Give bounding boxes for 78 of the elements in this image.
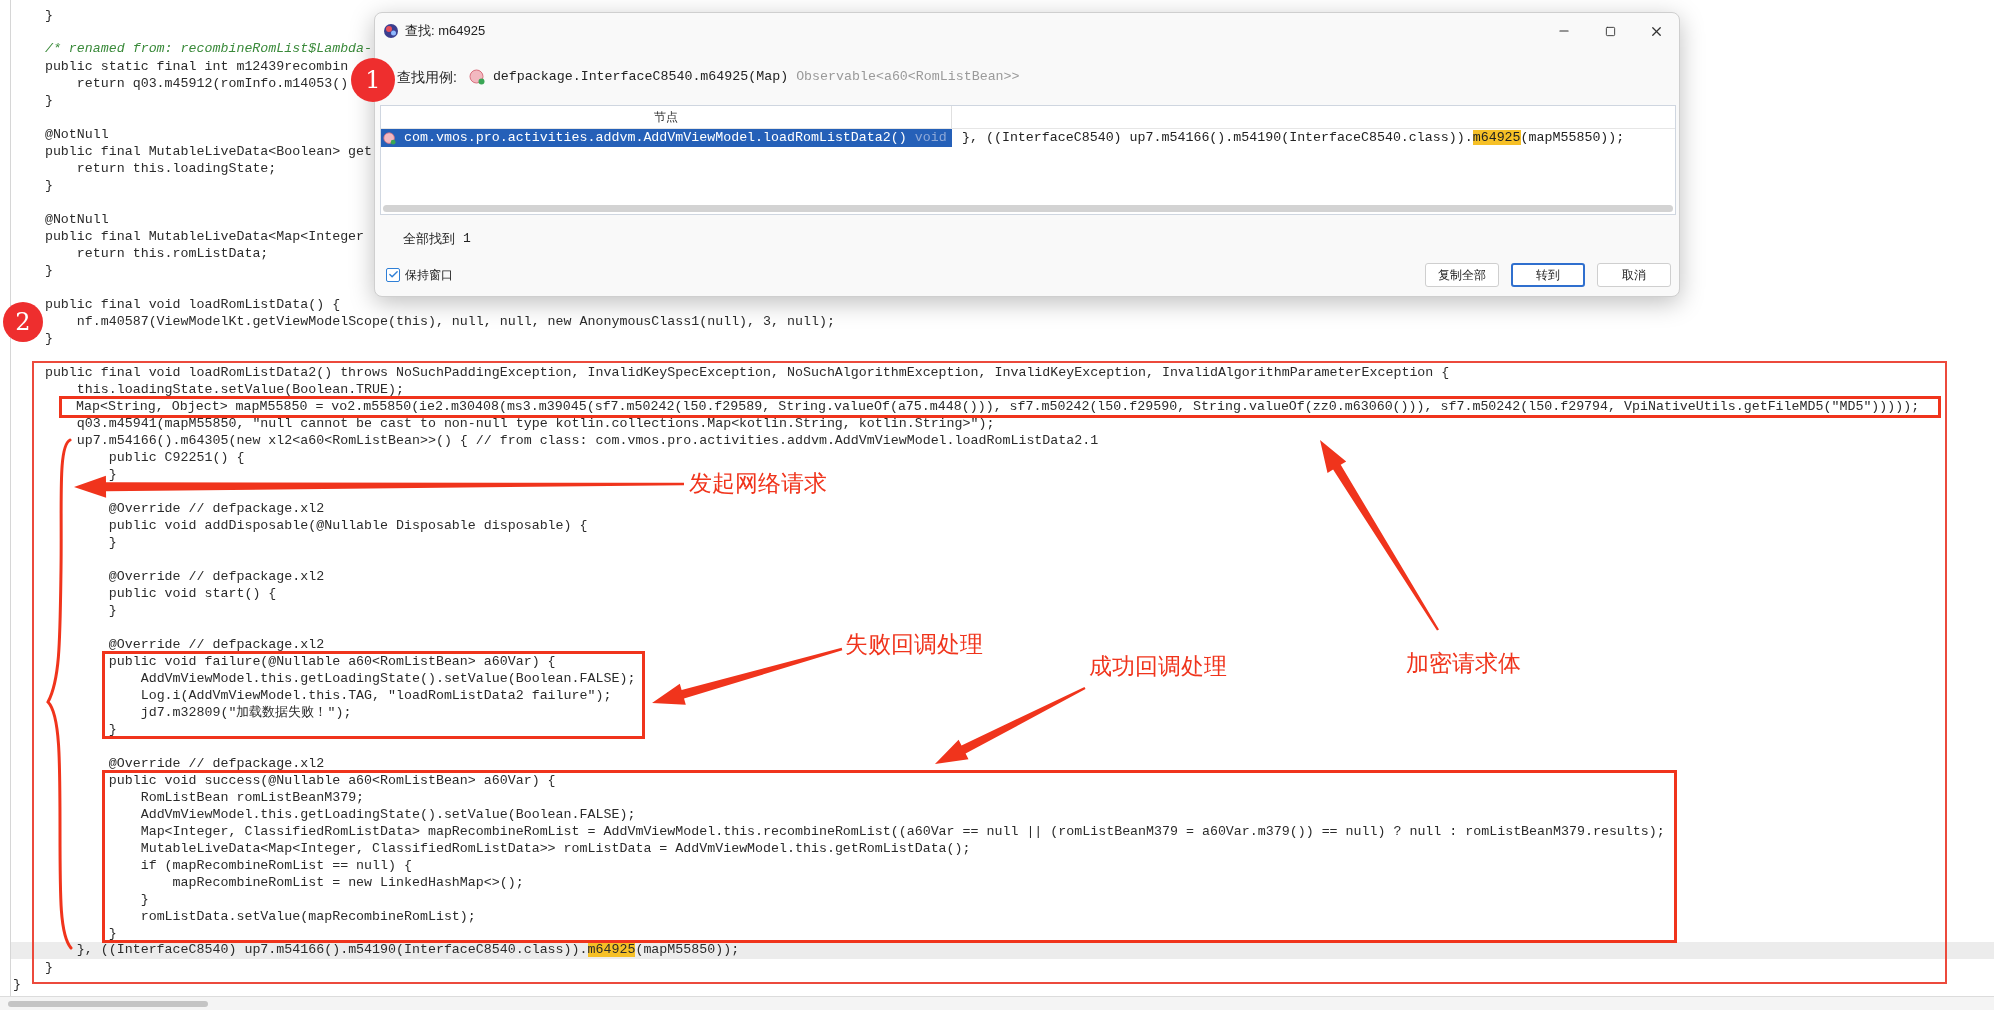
code-line: public final MutableLiveData<Map<Integer [44, 229, 365, 243]
dialog-button[interactable]: 复制全部 [1425, 262, 1499, 287]
annotation-label: 成功回调处理 [1089, 652, 1227, 680]
code-line: @Override // defpackage.xl2 [108, 501, 325, 515]
code-line: @NotNull [44, 212, 109, 226]
step-badge: 1 [351, 58, 395, 102]
dialog-button[interactable]: 转到 [1511, 262, 1585, 287]
code-line: public final void loadRomListData() { [44, 297, 341, 311]
found-count: 1 [463, 230, 471, 248]
method-icon [468, 69, 485, 85]
dialog-button[interactable]: 取消 [1597, 262, 1671, 287]
code-line: } [108, 722, 117, 736]
code-line: AddVmViewModel.this.getLoadingState().setValue(Boolean.FALSE); [140, 807, 636, 821]
horizontal-scrollbar[interactable] [383, 205, 1673, 212]
code-line: } [108, 926, 117, 940]
code-line: } [44, 263, 53, 277]
code-line: if (mapRecombineRomList == null) { [140, 858, 412, 872]
code-line: MutableLiveData<Map<Integer, ClassifiedRomListData>> romListData = AddVmViewModel.this.getRomListData(); [140, 841, 971, 855]
table-cell-text: }, ((InterfaceC8540) up7.m54166().m54190(InterfaceC8540.class)).m64925(mapM55850)); [962, 129, 1625, 148]
maximize-icon [1604, 25, 1616, 37]
code-line: } [44, 960, 53, 974]
code-line: } [44, 178, 53, 192]
horizontal-scrollbar[interactable] [0, 996, 1994, 1010]
code-comment: /* renamed from: recombineRomList$Lambda- [44, 42, 373, 56]
code-line: @NotNull [44, 127, 109, 141]
code-line: this.loadingState.setValue(Boolean.TRUE); [76, 382, 404, 396]
dialog-title: 查找: m64925 [405, 22, 486, 41]
table-cell[interactable]: com.vmos.pro.activities.addvm.AddVmViewModel.loadRomListData2() void [381, 129, 952, 147]
code-line: AddVmViewModel.this.getLoadingState().setValue(Boolean.FALSE); [140, 671, 636, 685]
check-icon [387, 269, 399, 280]
code-line: public final MutableLiveData<Boolean> get [44, 144, 373, 158]
checkbox[interactable] [386, 267, 400, 282]
checkbox-label: 保持窗口 [405, 266, 453, 284]
code-line: } [108, 535, 117, 549]
code-line: nf.m40587(ViewModelKt.getViewModelScope(this), null, null, new AnonymousClass1(null), 3, null); [76, 314, 835, 328]
step-badge: 2 [3, 302, 43, 342]
return-type: void [914, 129, 947, 148]
code-line: } [140, 892, 149, 906]
method-icon [383, 131, 396, 145]
code-line: @Override // defpackage.xl2 [108, 756, 325, 770]
code-line: RomListBean romListBeanM379; [140, 790, 365, 804]
code-line: }, ((InterfaceC8540) up7.m54166().m54190(InterfaceC8540.class)).m64925(mapM55850)); [76, 943, 740, 957]
code-line: } [13, 977, 21, 991]
code-line: public void failure(@Nullable a60<RomListBean> a60Var) { [108, 654, 556, 668]
code-line: return q03.m45912(romInfo.m14053() [76, 76, 349, 90]
found-label: 全部找到 [403, 230, 455, 248]
code-line: } [44, 93, 53, 107]
code-line: Log.i(AddVmViewModel.this.TAG, "loadRomListData2 failure"); [140, 688, 612, 702]
code-line: Map<Integer, ClassifiedRomListData> mapRecombineRomList = AddVmViewModel.this.recombineRomList((a60Var == null || (romListBeanM379 = a60Var.m379()) == null) ? null : romListBeanM379.results); [140, 824, 1665, 838]
code-line: @Override // defpackage.xl2 [108, 569, 325, 583]
node-name: com.vmos.pro.activities.addvm.AddVmViewModel.loadRomListData2() [404, 129, 907, 148]
code-line: } [108, 467, 117, 481]
code-line: mapRecombineRomList = new LinkedHashMap<>(); [172, 875, 524, 889]
code-line: @Override // defpackage.xl2 [108, 637, 325, 651]
annotation-label: 发起网络请求 [689, 469, 827, 497]
code-line: public static final int m12439recombin [44, 59, 349, 73]
annotation-label: 失败回调处理 [845, 630, 983, 658]
code-line: jd7.m32809("加载数据失败！"); [140, 705, 352, 719]
code-line: } [108, 603, 117, 617]
query-label: 查找用例: [397, 67, 457, 87]
code-line: public void start() { [108, 586, 277, 600]
annotation-label: 加密请求体 [1406, 649, 1521, 677]
code-line: Map<String, Object> mapM55850 = vo2.m55850(ie2.m30408(ms3.m39045(sf7.m50242(l50.f29589, String.valueOf(a75.m448())), sf7.m50242(l50.f29590, String.valueOf(zz0.m63060())), sf7.m50242(l50.f29794, VpiNativeUtils.getFileMD5("MD5"))))); [76, 400, 1920, 413]
code-line: public void addDisposable(@Nullable Disposable disposable) { [108, 518, 588, 532]
code-line: public final void loadRomListData2() throws NoSuchPaddingException, InvalidKeySpecException, NoSuchAlgorithmException, InvalidKeyException, InvalidAlgorithmParameterException { [44, 365, 1450, 379]
code-line: public C92251() { [108, 450, 245, 464]
code-line: up7.m54166().m64305(new xl2<a60<RomListBean>>() { // from class: com.vmos.pro.activities.addvm.AddVmViewModel.loadRomListData2.1 [76, 433, 1099, 447]
code-line: } [44, 331, 53, 345]
query-type: Observable<a60<RomListBean>> [796, 69, 1020, 85]
code-line: public void success(@Nullable a60<RomListBean> a60Var) { [108, 773, 556, 787]
code-line: return this.romListData; [76, 246, 269, 260]
column-header[interactable]: 节点 [381, 106, 952, 128]
query-method: defpackage.InterfaceC8540.m64925(Map) [492, 69, 789, 85]
code-line: romListData.setValue(mapRecombineRomList); [140, 909, 476, 923]
code-line: q03.m45941(mapM55850, "null cannot be cast to non-null type kotlin.collections.Map<kotlin.String, kotlin.String>"); [76, 416, 995, 430]
code-line: } [44, 8, 53, 22]
code-line: return this.loadingState; [76, 161, 277, 175]
app-icon [383, 23, 399, 39]
